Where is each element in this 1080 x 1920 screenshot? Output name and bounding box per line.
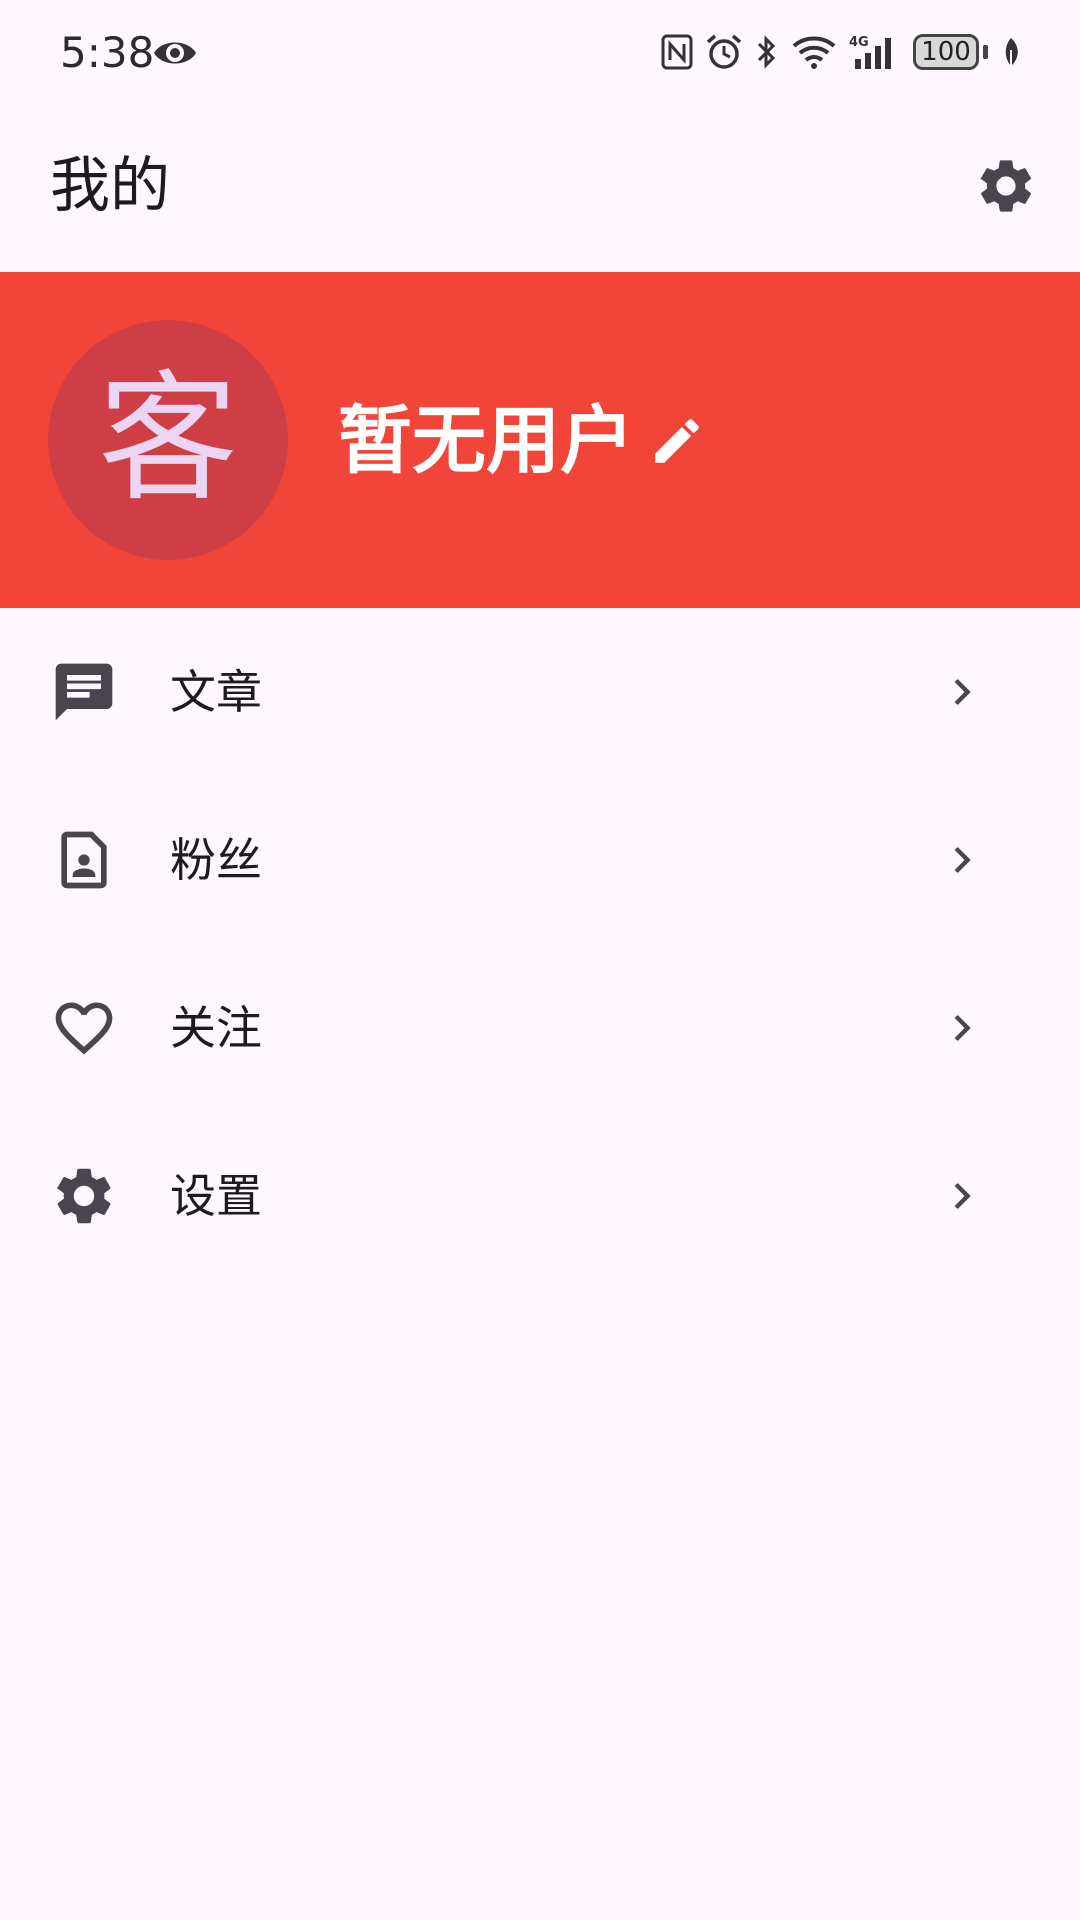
status-bar: 5:38 4G 100 xyxy=(0,0,1080,104)
username: 暂无用户 xyxy=(338,398,634,484)
menu-list: 文章 粉丝 关注 设置 xyxy=(0,608,1080,1280)
menu-item-label: 设置 xyxy=(170,1169,262,1223)
settings-button[interactable] xyxy=(974,154,1038,218)
page-title: 我的 xyxy=(50,151,170,221)
menu-item-articles[interactable]: 文章 xyxy=(0,608,1080,776)
battery-icon: 100 xyxy=(913,34,979,70)
status-icons: 4G 100 xyxy=(661,30,1022,74)
nfc-icon xyxy=(661,34,693,70)
menu-item-label: 文章 xyxy=(170,665,262,719)
menu-item-fans[interactable]: 粉丝 xyxy=(0,776,1080,944)
leaf-icon xyxy=(1005,38,1018,66)
chevron-right-icon xyxy=(954,1183,971,1209)
menu-item-settings[interactable]: 设置 xyxy=(0,1112,1080,1280)
contact-page-icon xyxy=(61,831,107,889)
menu-item-label: 关注 xyxy=(170,1001,262,1055)
chevron-right-icon xyxy=(954,1015,971,1041)
profile-banner[interactable]: 客 暂无用户 xyxy=(0,272,1080,608)
app-bar: 我的 xyxy=(0,104,1080,272)
status-time: 5:38 xyxy=(60,28,155,77)
avatar-text: 客 xyxy=(97,358,238,521)
chevron-right-icon xyxy=(954,847,971,873)
battery-level: 100 xyxy=(921,37,971,67)
eye-icon xyxy=(154,42,196,64)
menu-item-label: 粉丝 xyxy=(170,833,262,887)
heart-icon xyxy=(55,1002,113,1055)
alarm-icon xyxy=(706,34,742,69)
gear-icon xyxy=(56,1168,111,1224)
article-icon xyxy=(55,663,113,721)
chevron-right-icon xyxy=(954,679,971,705)
network-type-label: 4G xyxy=(849,35,869,50)
username-row[interactable]: 暂无用户 xyxy=(338,396,706,486)
battery-tip xyxy=(983,45,988,59)
bluetooth-icon xyxy=(757,35,776,69)
wifi-icon xyxy=(792,36,836,69)
signal-icon: 4G xyxy=(849,35,891,69)
avatar[interactable]: 客 xyxy=(48,320,288,560)
menu-item-following[interactable]: 关注 xyxy=(0,944,1080,1112)
edit-icon[interactable] xyxy=(648,412,706,470)
